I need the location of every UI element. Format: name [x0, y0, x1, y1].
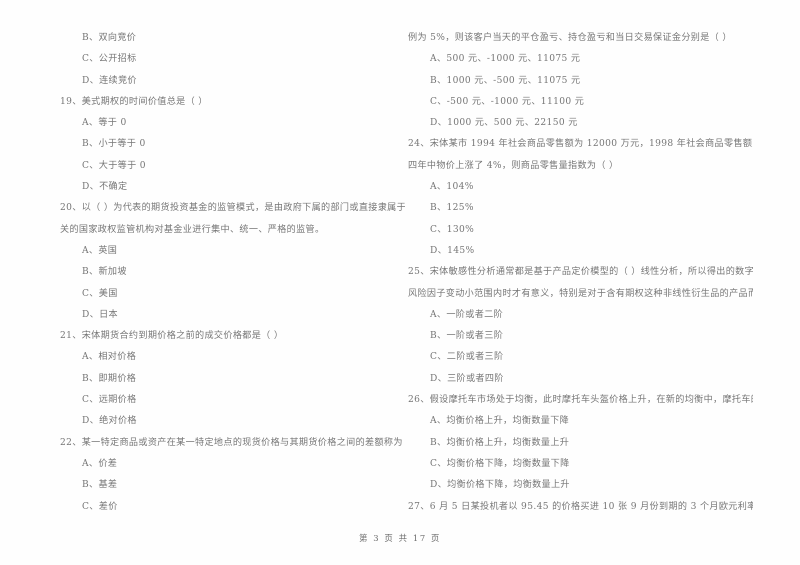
question-continuation-line: 例为 5%，则该客户当天的平仓盈亏、持仓盈亏和当日交易保证金分别是（ ）: [408, 33, 732, 43]
answer-option: A、均衡价格上升，均衡数量下降: [430, 416, 570, 427]
answer-option: B、125%: [430, 203, 474, 214]
question-line: 27、6 月 5 日某投机者以 95.45 的价格买进 10 张 9 月份到期的…: [408, 501, 753, 512]
answer-option: C、均衡价格下降，均衡数量下降: [430, 458, 570, 469]
answer-option: A、价差: [82, 458, 118, 469]
answer-option: B、基差: [82, 480, 118, 491]
answer-option: C、130%: [430, 224, 475, 235]
answer-option: A、英国: [82, 245, 118, 256]
answer-option: D、不确定: [82, 182, 128, 193]
answer-option: B、新加坡: [82, 267, 127, 278]
answer-option: A、104%: [430, 182, 474, 193]
answer-option: C、二阶或者三阶: [430, 352, 504, 363]
answer-option: A、500 元、-1000 元、11075 元: [430, 54, 581, 65]
question-line: 19、美式期权的时间价值总是（ ）: [60, 96, 208, 107]
question-continuation-line: 风险因子变动小范围内时才有意义，特别是对于含有期权这种非线性衍生品的产品而言。: [408, 288, 753, 299]
answer-option: C、-500 元、-1000 元、11100 元: [430, 96, 585, 107]
question-continuation-line: 关的国家政权监管机构对基金业进行集中、统一、严格的监管。: [60, 224, 325, 235]
question-line: 24、宋体某市 1994 年社会商品零售额为 12000 万元，1998 年社会…: [408, 139, 753, 150]
answer-option: C、公开招标: [82, 54, 137, 65]
question-line: 25、宋体敏感性分析通常都是基于产品定价模型的（ ）线性分析，所以得出的数字通常…: [408, 267, 753, 278]
answer-option: D、145%: [430, 245, 475, 256]
answer-option: B、1000 元、-500 元、11075 元: [430, 75, 581, 86]
question-line: 26、假设摩托车市场处于均衡，此时摩托车头盔价格上升，在新的均衡中，摩托车的（ …: [408, 395, 753, 406]
answer-option: D、三阶或者四阶: [430, 373, 504, 384]
document-page: B、双向竞价 C、公开招标 D、连续竞价 19、美式期权的时间价值总是（ ） A、等于 …: [0, 0, 800, 565]
question-continuation-line: 四年中物价上涨了 4%，则商品零售量指数为（ ）: [408, 160, 619, 171]
answer-option: B、即期价格: [82, 373, 137, 384]
answer-option: C、大于等于 0: [82, 160, 146, 171]
answer-option: B、均衡价格上升，均衡数量上升: [430, 437, 570, 448]
question-line: 20、以（ ）为代表的期货投资基金的监管模式，是由政府下属的部门或直接隶属于立法…: [60, 203, 405, 214]
answer-option: B、一阶或者三阶: [430, 331, 504, 342]
answer-option: D、1000 元、500 元、22150 元: [430, 118, 578, 129]
answer-option: D、均衡价格下降，均衡数量上升: [430, 480, 570, 491]
answer-option: A、一阶或者二阶: [430, 309, 504, 320]
answer-option: B、小于等于 0: [82, 139, 146, 150]
answer-option: D、绝对价格: [82, 416, 137, 427]
page-footer: 第 3 页 共 17 页: [359, 533, 441, 543]
answer-option: C、差价: [82, 501, 118, 512]
answer-option: C、远期价格: [82, 395, 137, 406]
right-text-column: 例为 5%，则该客户当天的平仓盈亏、持仓盈亏和当日交易保证金分别是（ ） A、50…: [408, 28, 753, 518]
question-line: 22、某一特定商品或资产在某一特定地点的现货价格与其期货价格之间的差额称为（ ）: [60, 437, 405, 448]
answer-option: C、美国: [82, 288, 118, 299]
answer-option: D、连续竞价: [82, 75, 137, 86]
question-line: 21、宋体期货合约到期价格之前的成交价格都是（ ）: [60, 331, 284, 342]
answer-option: B、双向竞价: [82, 33, 137, 43]
answer-option: A、相对价格: [82, 352, 137, 363]
left-text-column: B、双向竞价 C、公开招标 D、连续竞价 19、美式期权的时间价值总是（ ） A、等于 …: [60, 28, 405, 518]
answer-option: D、日本: [82, 309, 118, 320]
answer-option: A、等于 0: [82, 118, 127, 129]
